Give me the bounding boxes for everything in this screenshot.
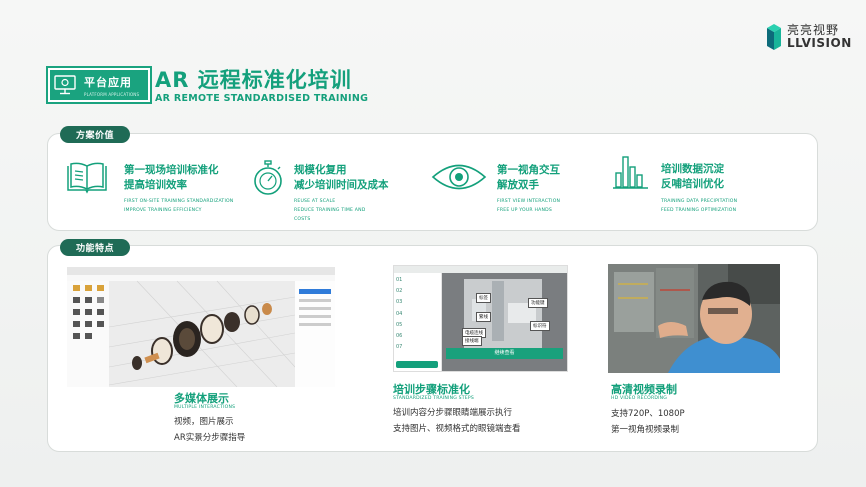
card-3-title: 高清视频录制 <box>611 383 677 396</box>
card-1-line-2: AR实景分步骤指导 <box>174 433 246 443</box>
card-2-title: 培训步骤标准化 <box>393 383 470 396</box>
multimedia-screenshot <box>67 267 335 387</box>
step-04[interactable]: 04 <box>396 309 402 320</box>
stopwatch-icon <box>252 160 284 200</box>
training-steps-screenshot: 01 02 03 04 05 06 07 标签 功能键 繁线 标识符 电缆连线 … <box>393 265 568 372</box>
card-1-subtitle: MULTIPLE INTERACTIONS <box>174 405 236 410</box>
value-item-2-en: REUSE AT SCALE REDUCE TRAINING TIME AND … <box>294 197 366 224</box>
card-2-line-1: 培训内容分步骤眼睛端展示执行 <box>393 408 513 418</box>
page-subtitle: AR REMOTE STANDARDISED TRAINING <box>155 93 369 104</box>
card-2-subtitle: STANDARDIZED TRAINING STEPS <box>393 396 474 401</box>
logo-mark-icon <box>767 24 781 50</box>
step-03[interactable]: 03 <box>396 297 402 308</box>
value-item-2-title-2: 减少培训时间及成本 <box>294 179 389 191</box>
value-item-1-title-2: 提高培训效率 <box>124 179 187 191</box>
value-item-1-title: 第一现场培训标准化 <box>124 164 219 176</box>
card-1-title: 多媒体展示 <box>174 392 229 405</box>
card-2-description: 培训内容分步骤眼睛端展示执行 支持图片、视频格式的眼镜端查看 <box>393 405 521 437</box>
book-icon <box>66 162 108 198</box>
callout-label-3: 繁线 <box>476 312 491 322</box>
card-1-description: 视频，图片展示 AR实景分步骤指导 <box>174 414 245 446</box>
eye-icon <box>431 162 487 196</box>
value-item-1: 第一现场培训标准化 提高培训效率 <box>124 163 219 193</box>
value-item-3-title: 第一视角交互 <box>497 164 560 176</box>
value-item-3-en: FIRST VIEW INTERACTION FREE UP YOUR HAND… <box>497 197 560 215</box>
value-item-3: 第一视角交互 解放双手 <box>497 163 560 193</box>
value-item-4: 培训数据沉淀 反哺培训优化 <box>661 162 724 192</box>
value-item-2-en-2: REDUCE TRAINING TIME AND <box>294 208 366 213</box>
value-item-3-title-2: 解放双手 <box>497 179 539 191</box>
card-3-description: 支持720P、1080P 第一视角视频录制 <box>611 406 685 438</box>
value-item-4-en-2: FEED TRAINING OPTIMIZATION <box>661 208 737 213</box>
value-item-2-en-3: COSTS <box>294 217 311 222</box>
value-item-4-title-2: 反哺培训优化 <box>661 178 724 190</box>
value-item-3-en-2: FREE UP YOUR HANDS <box>497 208 552 213</box>
continue-button[interactable]: 继续查看 <box>446 348 563 359</box>
value-section-label: 方案价值 <box>60 126 131 143</box>
callout-label-2: 功能键 <box>528 298 548 308</box>
value-item-4-title: 培训数据沉淀 <box>661 163 724 175</box>
page-title: AR 远程标准化培训 <box>155 68 352 92</box>
step-02[interactable]: 02 <box>396 286 402 297</box>
platform-badge: 平台应用 PLATFORM APPLICATIONS <box>46 66 152 104</box>
value-item-2-en-1: REUSE AT SCALE <box>294 199 336 204</box>
feature-section-label: 功能特点 <box>60 239 131 256</box>
callout-label-6: 接线端 <box>462 336 482 346</box>
badge-title: 平台应用 <box>84 75 132 89</box>
card-3-line-2: 第一视角视频录制 <box>611 425 680 435</box>
step-01[interactable]: 01 <box>396 275 402 286</box>
value-item-4-en: TRAINING DATA PRECIPITATION FEED TRAININ… <box>661 197 737 215</box>
value-item-1-en: FIRST ON-SITE TRAINING STANDARDIZATION I… <box>124 197 233 215</box>
card-3-line-1: 支持720P、1080P <box>611 409 685 419</box>
value-item-4-en-1: TRAINING DATA PRECIPITATION <box>661 199 738 204</box>
callout-label-1: 标签 <box>476 293 491 303</box>
monitor-icon <box>54 75 76 95</box>
value-item-1-en-1: FIRST ON-SITE TRAINING STANDARDIZATION <box>124 199 234 204</box>
value-item-1-en-2: IMPROVE TRAINING EFFICIENCY <box>124 208 202 213</box>
slide: 亮亮视野 LLVISION 平台应用 PLATFORM APPLICATIONS… <box>0 0 866 487</box>
bar-chart-icon <box>613 153 649 193</box>
card-1-line-1: 视频，图片展示 <box>174 417 234 427</box>
step-07[interactable]: 07 <box>396 342 402 353</box>
step-05[interactable]: 05 <box>396 320 402 331</box>
brand-name-en: LLVISION <box>787 36 852 50</box>
card-3-subtitle: HD VIDEO RECORDING <box>611 396 668 401</box>
step-06[interactable]: 06 <box>396 331 402 342</box>
value-item-2: 规模化复用 减少培训时间及成本 <box>294 163 389 193</box>
value-item-2-title: 规模化复用 <box>294 164 347 176</box>
callout-label-4: 标识符 <box>530 321 550 331</box>
card-2-line-2: 支持图片、视频格式的眼镜端查看 <box>393 424 521 434</box>
brand-logo: 亮亮视野 LLVISION <box>767 24 852 50</box>
badge-subtitle: PLATFORM APPLICATIONS <box>84 91 140 97</box>
video-recording-photo <box>608 264 780 373</box>
value-item-3-en-1: FIRST VIEW INTERACTION <box>497 199 561 204</box>
